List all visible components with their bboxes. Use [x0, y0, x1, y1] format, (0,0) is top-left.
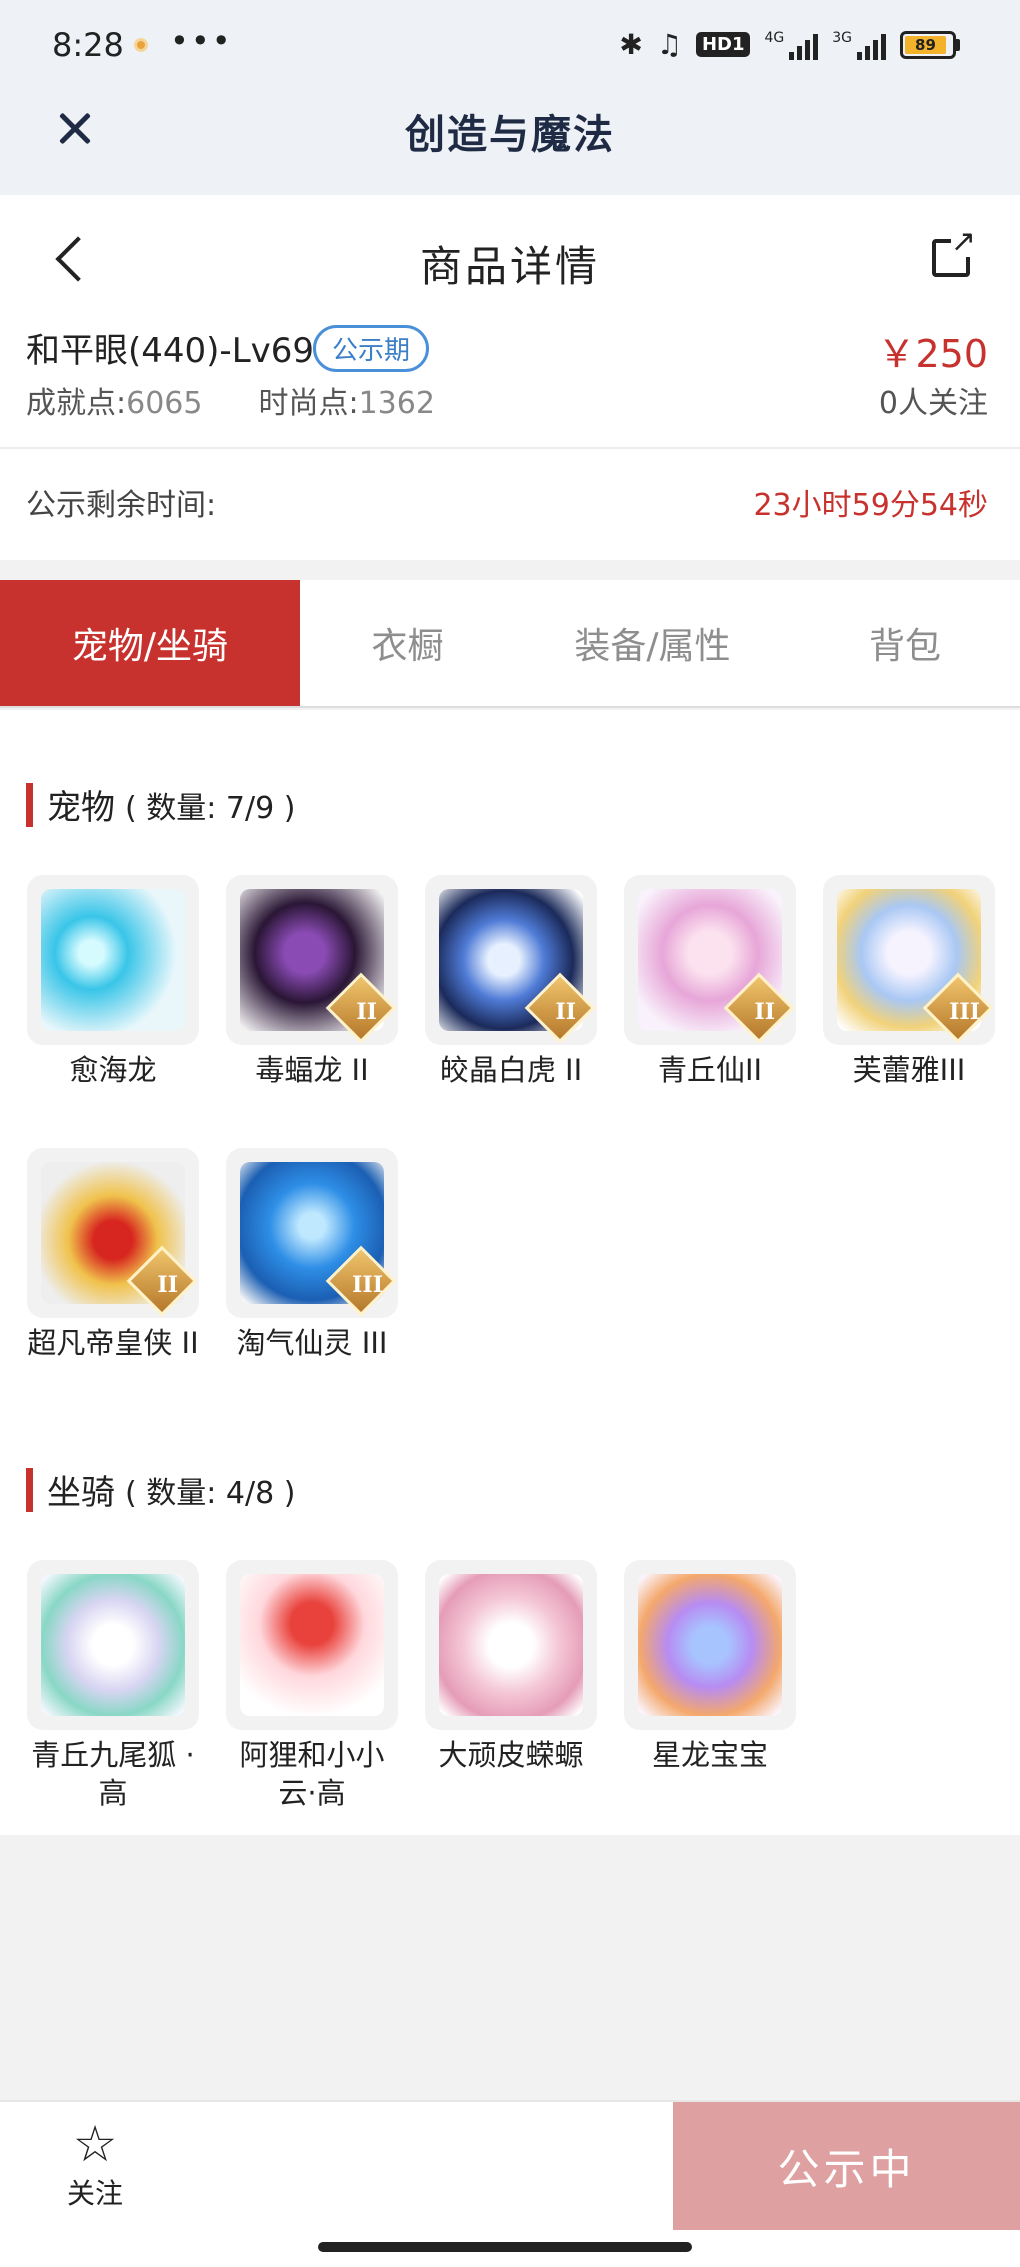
- status-bar: 8:28 ••• ✱ ♫ HD1 4G 3G 89: [0, 0, 1020, 90]
- mount-name: 青丘九尾狐 ·高: [31, 1738, 195, 1810]
- mount-thumbnail[interactable]: [27, 1560, 199, 1730]
- follower-count: 0人关注: [878, 386, 988, 421]
- pet-item[interactable]: II 超凡帝皇侠 II: [27, 1148, 199, 1362]
- battery-icon: 89: [900, 30, 960, 59]
- pet-name: 芙蕾雅III: [852, 1053, 966, 1087]
- pet-item[interactable]: II 皎晶白虎 II: [425, 875, 597, 1089]
- pet-name: 愈海龙: [69, 1053, 157, 1087]
- stats-row: 成就点:6065 时尚点:1362: [26, 378, 435, 422]
- hd-badge: HD1: [695, 32, 751, 57]
- earbuds-icon: ♫: [656, 28, 682, 61]
- pet-item[interactable]: II 毒蝠龙 II: [226, 875, 398, 1089]
- mount-thumbnail[interactable]: [425, 1560, 597, 1730]
- tab-content: 宠物( 数量: 7/9 ) 愈海龙 II 毒蝠龙 II II 皎晶白虎 II I…: [0, 710, 1020, 1835]
- mount-name: 大顽皮蝾螈: [438, 1738, 584, 1772]
- publicity-status-button[interactable]: 公示中: [673, 2102, 1020, 2230]
- app-header: 创造与魔法: [0, 90, 1020, 195]
- battery-level: 89: [905, 35, 946, 54]
- tab-equipment-attributes[interactable]: 装备/属性: [515, 580, 790, 706]
- price: ￥250: [877, 332, 988, 376]
- pet-name: 超凡帝皇侠 II: [27, 1326, 199, 1360]
- remaining-time-label: 公示剩余时间:: [26, 488, 217, 523]
- share-icon[interactable]: [932, 227, 976, 277]
- remaining-time-value: 23小时59分54秒: [753, 488, 988, 523]
- pet-item[interactable]: III 芙蕾雅III: [823, 875, 995, 1089]
- tab-pets-mounts[interactable]: 宠物/坐骑: [0, 580, 300, 706]
- pet-thumbnail[interactable]: III: [823, 875, 995, 1045]
- mount-thumbnail[interactable]: [624, 1560, 796, 1730]
- section-accent-bar: [26, 1467, 33, 1512]
- follow-label: 关注: [66, 2177, 123, 2210]
- status-more-icon: •••: [170, 22, 233, 60]
- pet-name: 皎晶白虎 II: [439, 1053, 583, 1087]
- mount-name: 阿狸和小小云·高: [239, 1738, 385, 1810]
- pet-item[interactable]: III 淘气仙灵 III: [226, 1148, 398, 1362]
- pets-section-title: 宠物( 数量: 7/9 ): [26, 780, 295, 829]
- follow-button[interactable]: ☆ 关注: [50, 2116, 140, 2212]
- fashion-stat: 时尚点:1362: [258, 386, 435, 421]
- pet-item[interactable]: 愈海龙: [27, 875, 199, 1089]
- role-name: 和平眼(440)-Lv69: [26, 331, 315, 371]
- mount-item[interactable]: 大顽皮蝾螈: [425, 1560, 597, 1774]
- status-indicators: ✱ ♫ HD1 4G 3G 89: [619, 28, 960, 61]
- pets-count: ( 数量: 7/9 ): [125, 790, 296, 826]
- pet-item[interactable]: II 青丘仙II: [624, 875, 796, 1089]
- pet-name: 青丘仙II: [657, 1053, 763, 1087]
- tab-bar: 宠物/坐骑 衣橱 装备/属性 背包: [0, 580, 1020, 708]
- pet-thumbnail[interactable]: III: [226, 1148, 398, 1318]
- home-indicator[interactable]: [318, 2242, 692, 2252]
- tab-backpack[interactable]: 背包: [790, 580, 1020, 706]
- pet-thumbnail[interactable]: II: [425, 875, 597, 1045]
- bluetooth-icon: ✱: [619, 28, 643, 61]
- tab-wardrobe[interactable]: 衣橱: [300, 580, 515, 706]
- detail-card: 商品详情 和平眼(440)-Lv69 公示期 ￥250 成就点:6065 时尚点…: [0, 195, 1020, 560]
- top-area: 8:28 ••• ✱ ♫ HD1 4G 3G 89 创造与魔法: [0, 0, 1020, 195]
- pet-name: 毒蝠龙 II: [255, 1053, 369, 1087]
- pet-thumbnail[interactable]: II: [624, 875, 796, 1045]
- achievement-stat: 成就点:6065: [26, 386, 203, 421]
- status-time: 8:28: [52, 26, 124, 64]
- pet-thumbnail[interactable]: II: [27, 1148, 199, 1318]
- mounts-count: ( 数量: 4/8 ): [125, 1475, 296, 1511]
- mount-item[interactable]: 阿狸和小小云·高: [226, 1560, 398, 1812]
- signal-4g-icon: 4G: [764, 30, 819, 60]
- mount-name: 星龙宝宝: [651, 1738, 768, 1772]
- app-title: 创造与魔法: [405, 112, 615, 158]
- page-title: 商品详情: [419, 242, 600, 291]
- mounts-section-title: 坐骑( 数量: 4/8 ): [26, 1465, 295, 1514]
- section-accent-bar: [26, 782, 33, 827]
- mount-thumbnail[interactable]: [226, 1560, 398, 1730]
- bottom-action-bar: ☆ 关注 公示中: [0, 2100, 1020, 2230]
- divider: [0, 447, 1020, 449]
- mount-item[interactable]: 青丘九尾狐 ·高: [27, 1560, 199, 1812]
- star-icon: ☆: [72, 2115, 118, 2173]
- signal-3g-icon: 3G: [832, 30, 886, 60]
- pet-thumbnail[interactable]: II: [226, 875, 398, 1045]
- pet-name: 淘气仙灵 III: [236, 1326, 388, 1360]
- status-chip: 公示期: [313, 325, 430, 372]
- empty-area: [0, 1835, 1020, 2100]
- notification-dot-icon: [134, 38, 148, 52]
- mount-item[interactable]: 星龙宝宝: [624, 1560, 796, 1774]
- pet-thumbnail[interactable]: [27, 875, 199, 1045]
